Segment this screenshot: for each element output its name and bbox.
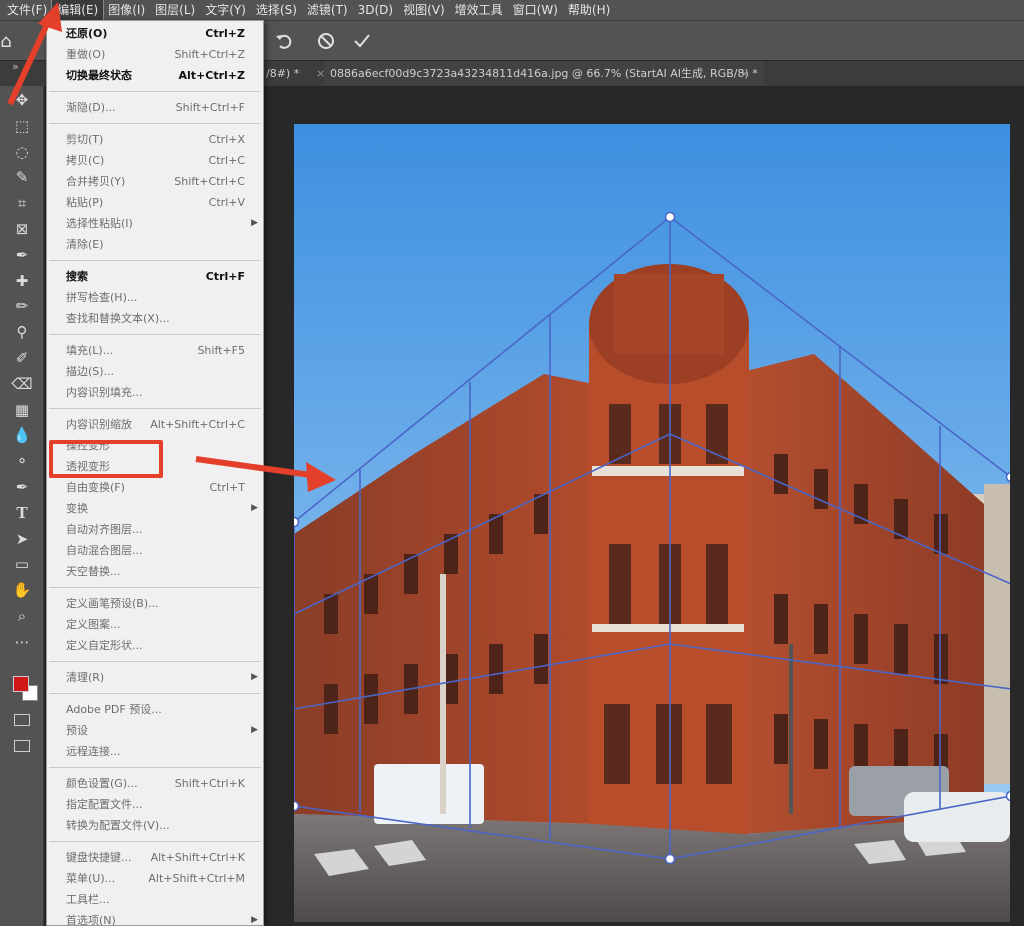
arrow-to-menu [7, 20, 51, 106]
arrow-head-icon [306, 462, 336, 492]
arrow-to-image [195, 456, 319, 479]
photoshop-window: 文件(F) 编辑(E) 图像(I) 图层(L) 文字(Y) 选择(S) 滤镜(T) 3D(D)… [0, 0, 1024, 926]
arrow-head-icon [38, 2, 62, 32]
annotation-arrows [7, 2, 336, 492]
foreground-color-swatch[interactable] [13, 676, 29, 692]
